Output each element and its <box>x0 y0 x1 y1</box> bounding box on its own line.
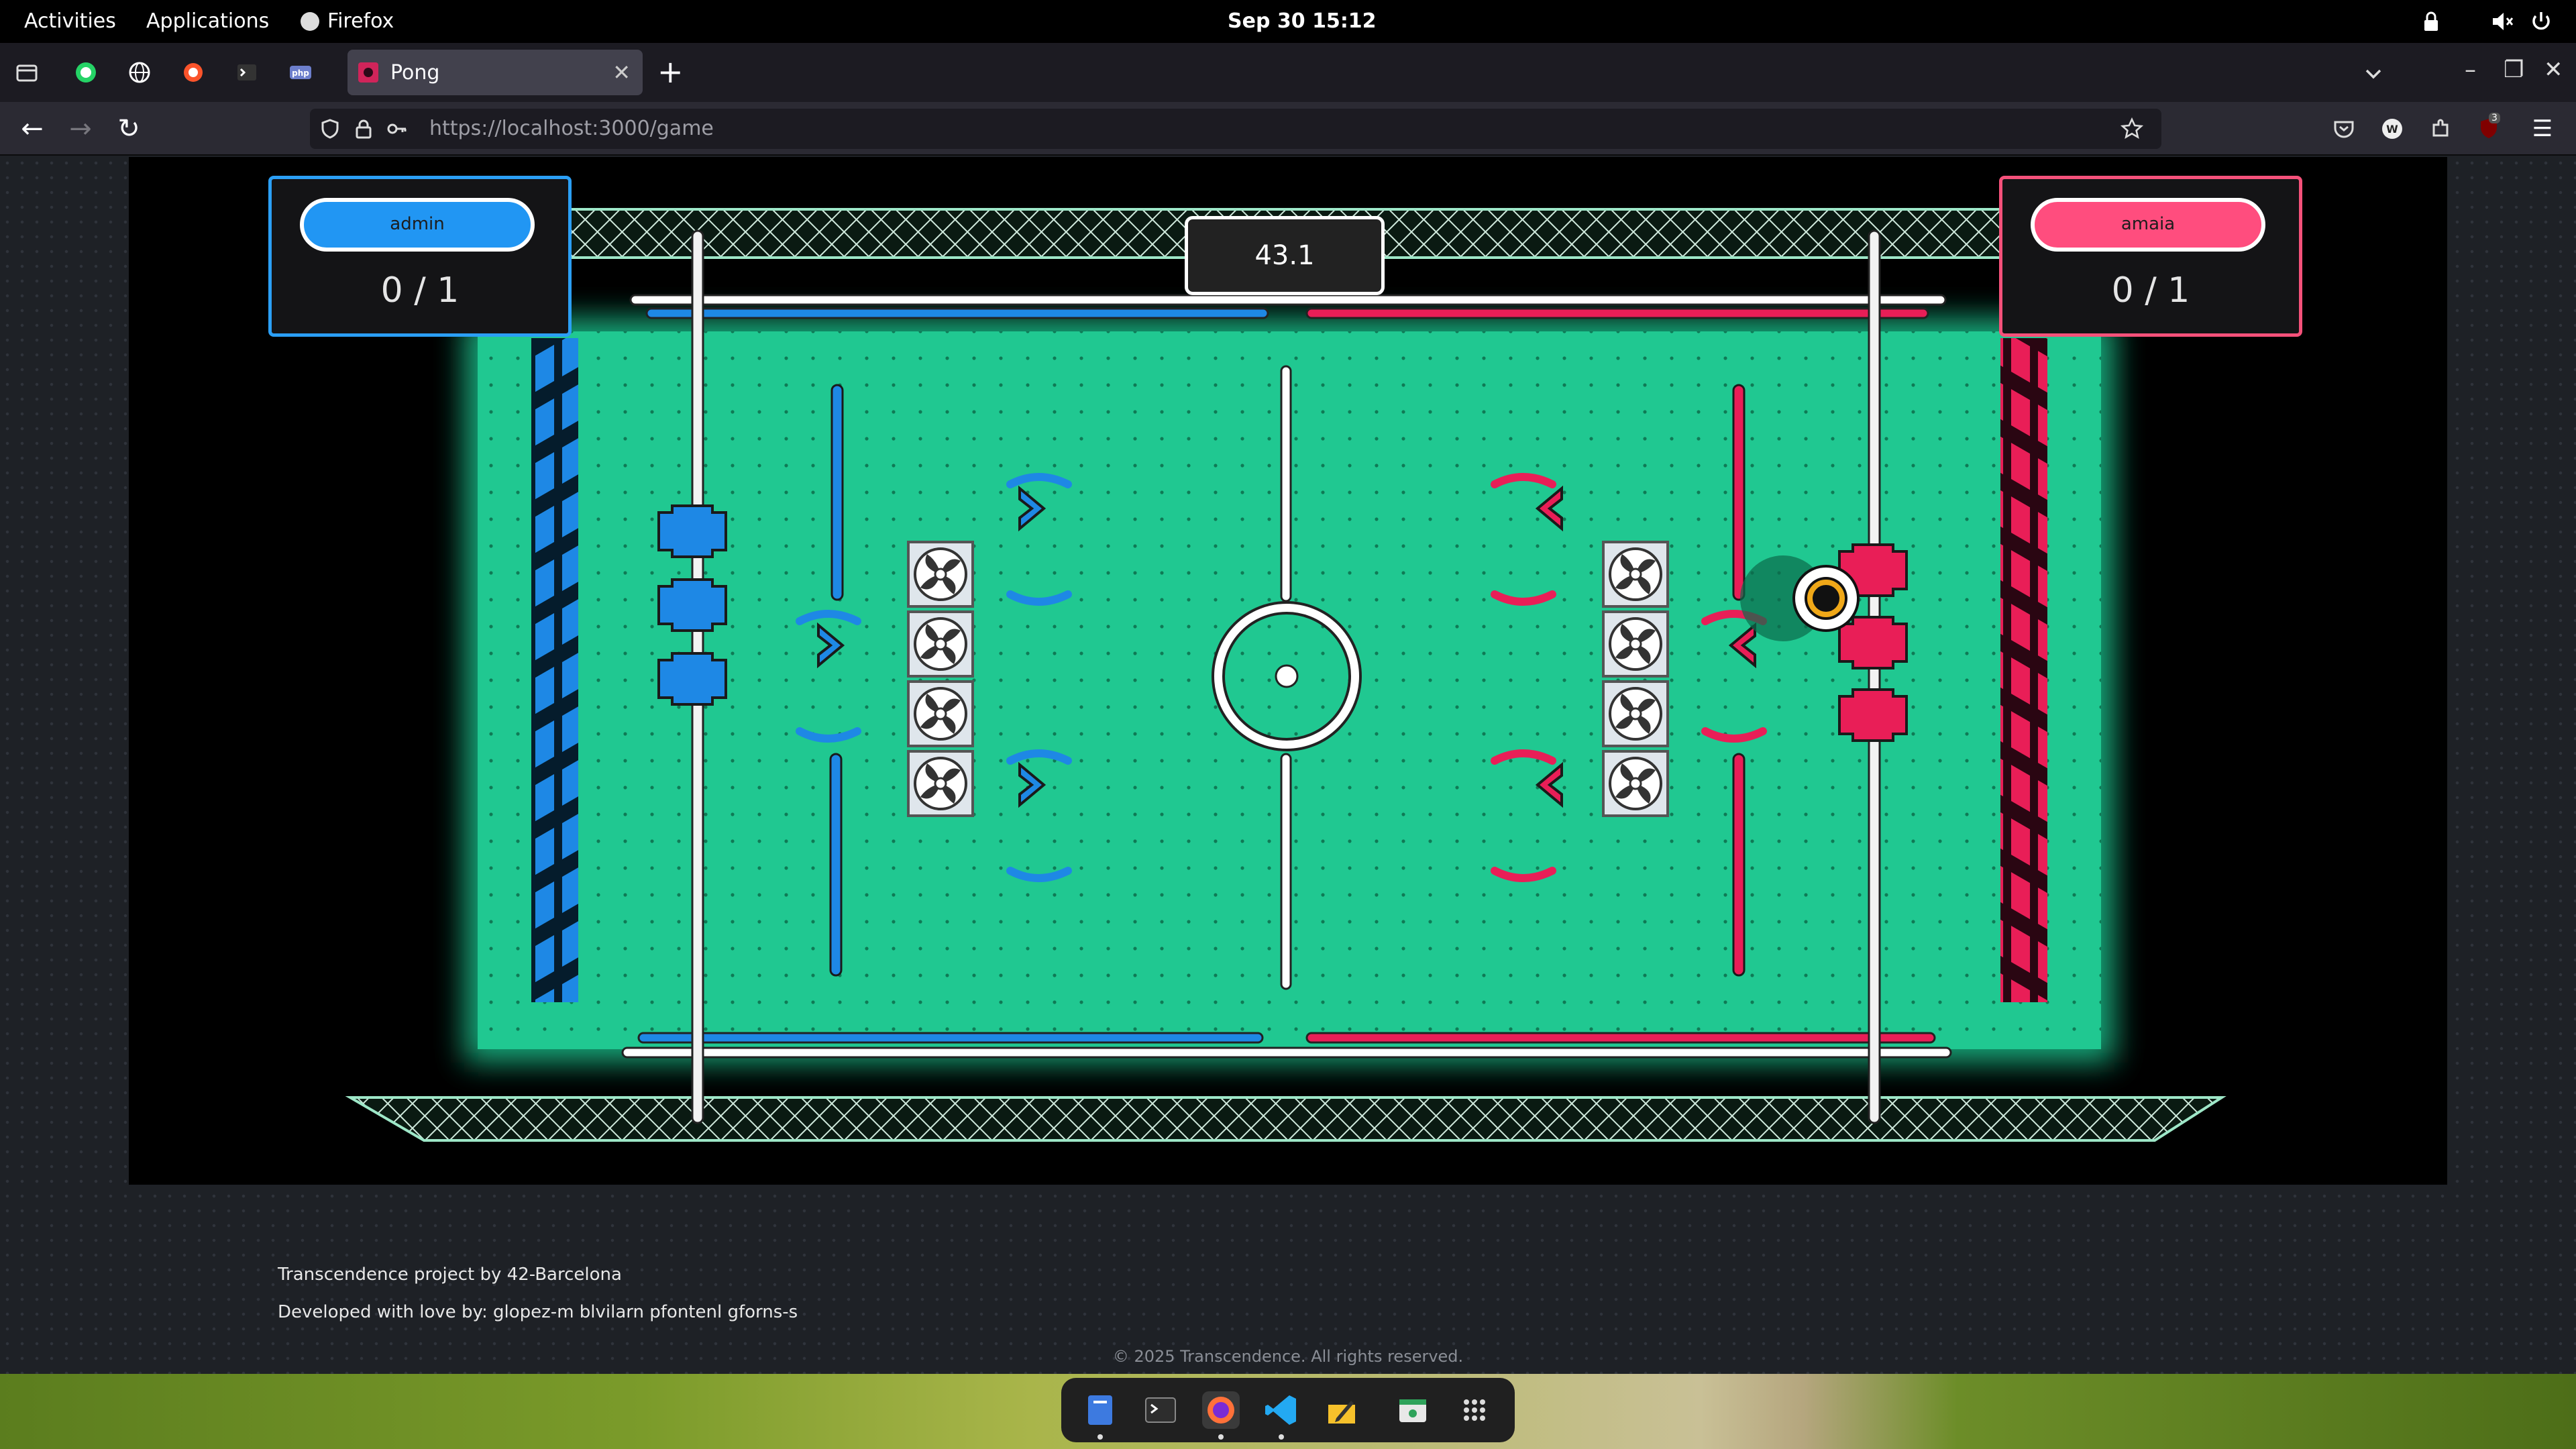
svg-text:php: php <box>292 68 309 78</box>
top-rail <box>629 294 1947 306</box>
bookmark-star-icon[interactable] <box>2120 117 2144 141</box>
browser-tab-bar: php Pong ✕ + – ❐ ✕ <box>0 43 2576 102</box>
right-rod <box>1868 229 1881 1124</box>
bottom-blue-bar <box>637 1032 1264 1044</box>
right-lower-bumper <box>1732 753 1746 977</box>
software-store-icon[interactable] <box>1394 1391 1432 1429</box>
firefox-icon[interactable] <box>1202 1391 1240 1429</box>
whatsapp-icon <box>76 62 96 83</box>
player-right-scorebox: amaia 0 / 1 <box>1999 176 2302 337</box>
app-menu-label: Firefox <box>327 9 394 33</box>
player-right-name: amaia <box>2031 198 2265 252</box>
power-icon[interactable] <box>2529 9 2553 34</box>
left-lower-bumper <box>829 753 843 977</box>
right-upper-bumper <box>1732 384 1746 601</box>
globe-icon <box>129 62 150 83</box>
copyright: © 2025 Transcendence. All rights reserve… <box>1112 1347 1464 1366</box>
url-bar[interactable]: https://localhost:3000/game <box>310 109 2161 149</box>
center-spot <box>1275 664 1299 688</box>
pinned-tab-php[interactable]: php <box>286 58 315 87</box>
left-goal-wall <box>531 338 578 1002</box>
pocket-icon[interactable] <box>2332 117 2356 141</box>
center-line-top <box>1280 365 1292 602</box>
clock[interactable]: Sep 30 15:12 <box>1228 0 1377 43</box>
pinned-tab-web[interactable] <box>125 58 154 87</box>
footer-credits: Transcendence project by 42-Barcelona De… <box>278 1256 798 1331</box>
player-left-name: admin <box>300 198 535 252</box>
dock <box>1061 1378 1515 1442</box>
running-indicator <box>1097 1434 1103 1440</box>
pinned-tab-terminal[interactable] <box>232 58 262 87</box>
running-indicator <box>1279 1434 1284 1440</box>
player-left-scorebox: admin 0 / 1 <box>268 176 572 337</box>
wappalyzer-icon[interactable]: W <box>2380 117 2404 141</box>
right-goal-wall <box>2000 338 2047 1002</box>
system-top-bar: Activities Applications Firefox Sep 30 1… <box>0 0 2576 43</box>
player-right-score: 0 / 1 <box>2111 270 2190 311</box>
right-paddle <box>1838 543 1908 742</box>
app-grid-icon[interactable] <box>1456 1391 1493 1429</box>
hamburger-menu-icon[interactable]: ☰ <box>2525 111 2560 146</box>
firefox-icon <box>301 12 319 31</box>
pong-favicon-icon <box>358 62 378 83</box>
minimize-window-button[interactable]: – <box>2465 56 2476 83</box>
pinned-tab-brave[interactable] <box>178 58 208 87</box>
url-path: :3000/game <box>592 117 714 140</box>
new-tab-button[interactable]: + <box>657 55 684 89</box>
bottom-red-bar <box>1305 1032 1936 1044</box>
top-red-bar <box>1305 307 1929 319</box>
ublock-extension-button[interactable]: 3 <box>2477 113 2501 141</box>
vscode-icon[interactable] <box>1263 1391 1300 1429</box>
tracking-shield-icon[interactable] <box>319 118 341 140</box>
svg-text:W: W <box>2386 123 2398 136</box>
app-menu-firefox[interactable]: Firefox <box>301 0 394 43</box>
bottom-rail <box>621 1046 1952 1059</box>
restore-window-button[interactable]: ❐ <box>2504 56 2524 83</box>
pinned-tab-whatsapp[interactable] <box>71 58 101 87</box>
brave-icon <box>184 63 203 82</box>
tab-pong[interactable]: Pong ✕ <box>347 50 643 95</box>
lock-icon[interactable] <box>2419 9 2443 34</box>
browser-nav-bar: ← → ↻ https://localhost:3000/game W 3 ☰ <box>0 102 2576 156</box>
key-icon[interactable] <box>386 118 408 140</box>
page-content: admin 0 / 1 amaia 0 / 1 43.1 Transcenden… <box>0 156 2576 1374</box>
forward-arrow-icon[interactable]: → <box>63 111 98 146</box>
match-timer: 43.1 <box>1185 216 1385 295</box>
tab-overview-icon[interactable] <box>15 60 39 85</box>
files-icon[interactable] <box>1081 1391 1119 1429</box>
close-window-button[interactable]: ✕ <box>2544 56 2563 83</box>
running-indicator <box>1218 1434 1224 1440</box>
bottom-net <box>345 1096 2226 1142</box>
extensions-puzzle-icon[interactable] <box>2428 117 2453 141</box>
volume-muted-icon[interactable] <box>2490 9 2514 34</box>
notes-icon[interactable] <box>1323 1391 1360 1429</box>
tab-title: Pong <box>390 60 440 85</box>
project-line: Transcendence project by 42-Barcelona <box>278 1265 622 1285</box>
top-blue-bar <box>645 307 1269 319</box>
list-all-tabs-chevron-down-icon[interactable] <box>2361 62 2385 86</box>
applications-menu[interactable]: Applications <box>146 0 269 43</box>
player-left-score: 0 / 1 <box>380 270 460 311</box>
reload-icon[interactable]: ↻ <box>111 111 146 146</box>
left-upper-bumper <box>830 384 844 601</box>
game-canvas[interactable]: admin 0 / 1 amaia 0 / 1 43.1 <box>129 157 2447 1185</box>
left-paddle <box>657 504 727 706</box>
secure-lock-icon[interactable] <box>353 118 374 140</box>
center-line-bottom <box>1280 753 1292 990</box>
terminal-icon[interactable] <box>1142 1391 1179 1429</box>
back-arrow-icon[interactable]: ← <box>15 111 50 146</box>
terminal-icon <box>237 64 256 80</box>
php-icon: php <box>290 66 311 79</box>
close-tab-icon[interactable]: ✕ <box>612 60 631 85</box>
url-host: https://localhost <box>429 117 592 140</box>
developers-line: Developed with love by: glopez-m blvilar… <box>278 1302 798 1322</box>
extension-badge: 3 <box>2489 113 2500 123</box>
activities-button[interactable]: Activities <box>24 0 116 43</box>
